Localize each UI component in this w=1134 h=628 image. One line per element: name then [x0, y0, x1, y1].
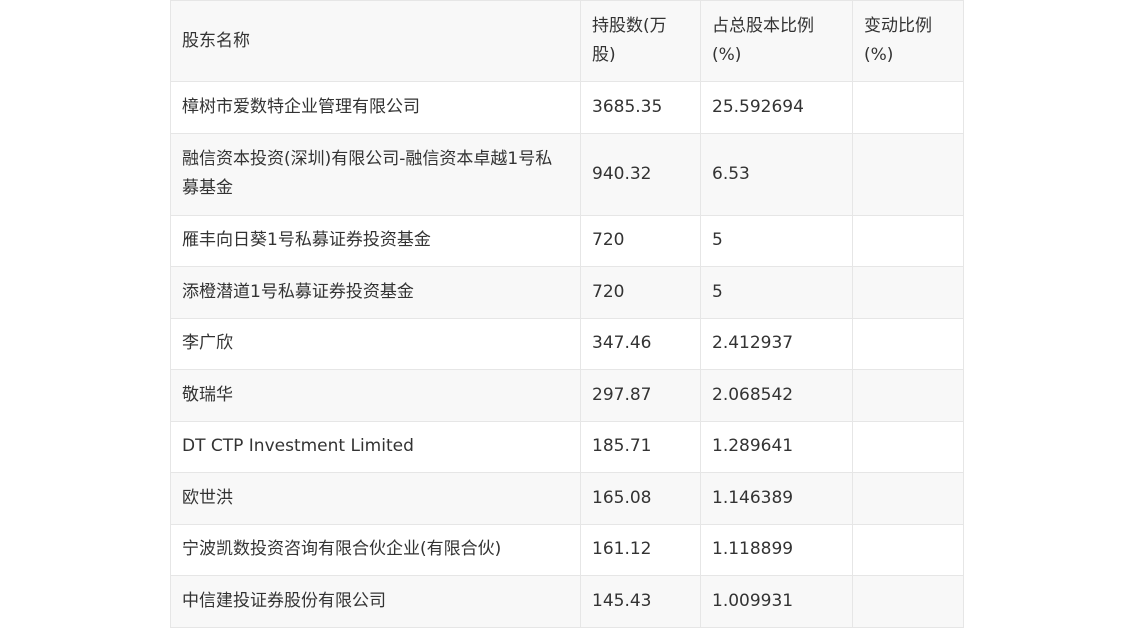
cell-shares: 165.08	[580, 472, 701, 525]
header-change-ratio: 变动比例(%)	[852, 0, 964, 82]
cell-change	[852, 369, 964, 422]
cell-change	[852, 317, 964, 370]
cell-change	[852, 575, 964, 628]
table-row: 敬瑞华 297.87 2.068542	[170, 369, 964, 422]
cell-ratio: 2.412937	[700, 317, 853, 370]
cell-name: 中信建投证券股份有限公司	[170, 575, 581, 628]
shareholders-table: 股东名称 持股数(万股) 占总股本比例(%) 变动比例(%) 樟树市爱数特企业管…	[170, 0, 964, 628]
header-share-ratio: 占总股本比例(%)	[700, 0, 853, 82]
cell-change	[852, 81, 964, 134]
cell-name: DT CTP Investment Limited	[170, 420, 581, 473]
header-shareholder-name: 股东名称	[170, 0, 581, 82]
header-shares-held: 持股数(万股)	[580, 0, 701, 82]
cell-name: 敬瑞华	[170, 369, 581, 422]
table-row: 欧世洪 165.08 1.146389	[170, 472, 964, 525]
cell-shares: 940.32	[580, 132, 701, 216]
cell-change	[852, 472, 964, 525]
cell-shares: 297.87	[580, 369, 701, 422]
cell-ratio: 5	[700, 214, 853, 267]
table-row: 中信建投证券股份有限公司 145.43 1.009931	[170, 575, 964, 628]
cell-change	[852, 132, 964, 216]
cell-shares: 3685.35	[580, 81, 701, 134]
cell-shares: 145.43	[580, 575, 701, 628]
cell-change	[852, 266, 964, 319]
cell-ratio: 5	[700, 266, 853, 319]
table-row: 李广欣 347.46 2.412937	[170, 317, 964, 370]
cell-name: 添橙潜道1号私募证券投资基金	[170, 266, 581, 319]
cell-change	[852, 420, 964, 473]
cell-ratio: 1.146389	[700, 472, 853, 525]
cell-change	[852, 523, 964, 576]
table-row: 宁波凯数投资咨询有限合伙企业(有限合伙) 161.12 1.118899	[170, 523, 964, 576]
cell-name: 欧世洪	[170, 472, 581, 525]
cell-shares: 161.12	[580, 523, 701, 576]
cell-shares: 720	[580, 266, 701, 319]
cell-ratio: 2.068542	[700, 369, 853, 422]
table-row: 雁丰向日葵1号私募证券投资基金 720 5	[170, 214, 964, 267]
cell-name: 雁丰向日葵1号私募证券投资基金	[170, 214, 581, 267]
table-row: 添橙潜道1号私募证券投资基金 720 5	[170, 266, 964, 319]
cell-name: 融信资本投资(深圳)有限公司-融信资本卓越1号私募基金	[170, 132, 581, 216]
cell-shares: 185.71	[580, 420, 701, 473]
table-row: 樟树市爱数特企业管理有限公司 3685.35 25.592694	[170, 81, 964, 134]
cell-name: 宁波凯数投资咨询有限合伙企业(有限合伙)	[170, 523, 581, 576]
cell-shares: 720	[580, 214, 701, 267]
cell-ratio: 1.289641	[700, 420, 853, 473]
table-row: DT CTP Investment Limited 185.71 1.28964…	[170, 420, 964, 473]
cell-name: 李广欣	[170, 317, 581, 370]
table-row: 融信资本投资(深圳)有限公司-融信资本卓越1号私募基金 940.32 6.53	[170, 132, 964, 216]
cell-ratio: 6.53	[700, 132, 853, 216]
cell-change	[852, 214, 964, 267]
table-header-row: 股东名称 持股数(万股) 占总股本比例(%) 变动比例(%)	[170, 0, 964, 82]
cell-shares: 347.46	[580, 317, 701, 370]
shareholders-table-container: 股东名称 持股数(万股) 占总股本比例(%) 变动比例(%) 樟树市爱数特企业管…	[170, 0, 964, 628]
cell-ratio: 25.592694	[700, 81, 853, 134]
cell-ratio: 1.118899	[700, 523, 853, 576]
cell-ratio: 1.009931	[700, 575, 853, 628]
cell-name: 樟树市爱数特企业管理有限公司	[170, 81, 581, 134]
